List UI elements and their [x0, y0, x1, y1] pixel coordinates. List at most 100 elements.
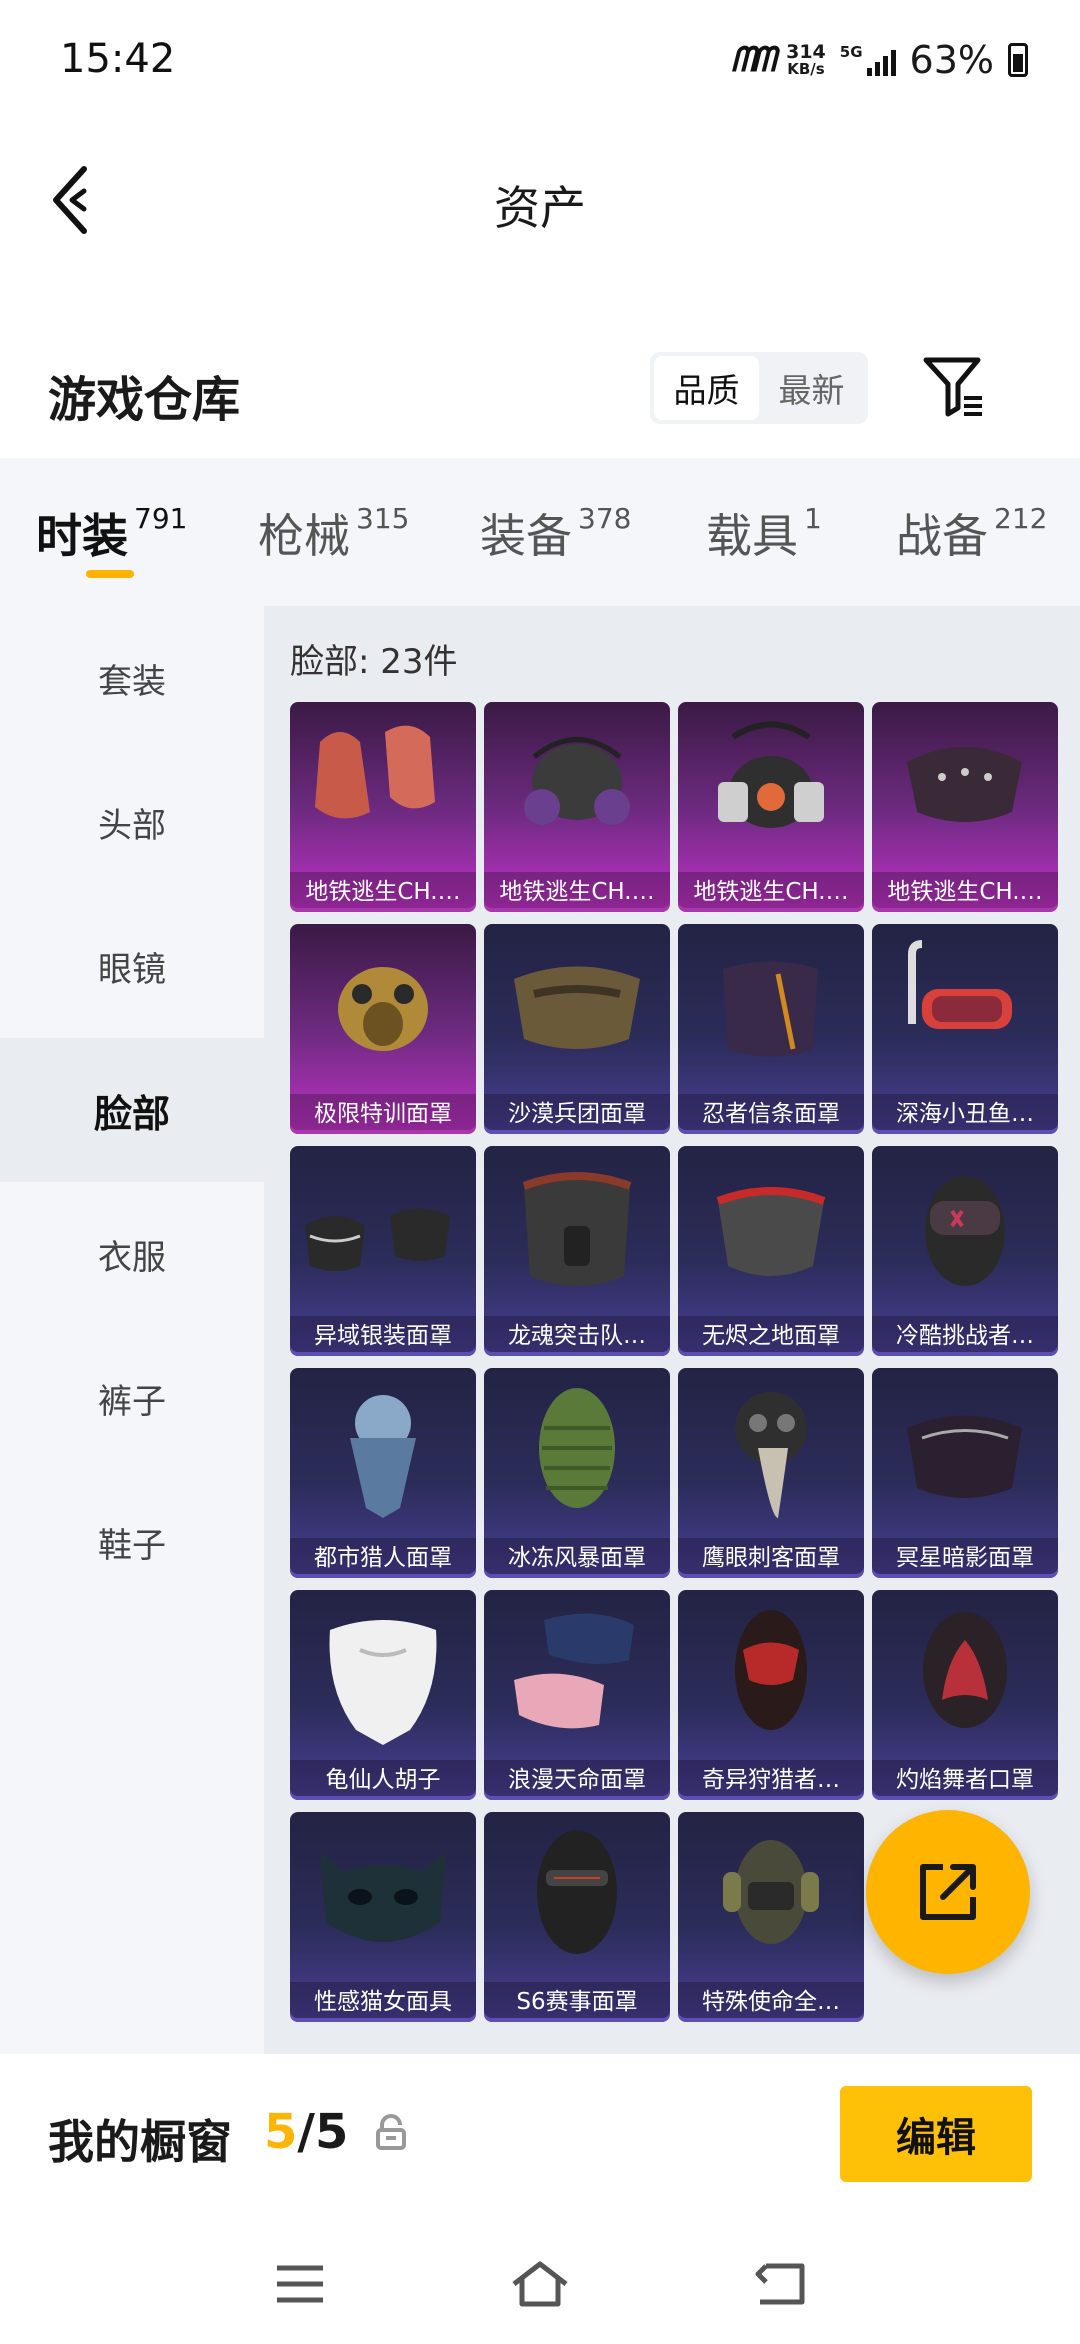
- item-card[interactable]: 地铁逃生CH.…: [678, 702, 864, 912]
- sidebar-item-glasses[interactable]: 眼镜: [0, 894, 264, 1038]
- item-name: 极限特训面罩: [290, 1094, 476, 1134]
- showcase-title: 我的橱窗: [48, 2115, 232, 2169]
- tab-combat-supplies[interactable]: 战备 212: [896, 500, 1047, 566]
- status-time: 15:42: [60, 36, 176, 82]
- cloth-mask-icon: [484, 1590, 670, 1760]
- tab-vehicles[interactable]: 载具 1: [706, 500, 822, 566]
- network-speed: 314 KB/s: [786, 43, 826, 77]
- tab-count: 791: [134, 502, 188, 535]
- sort-quality-option[interactable]: 品质: [654, 356, 759, 420]
- gold-gas-mask-icon: [290, 924, 476, 1094]
- lock-icon: [376, 2114, 406, 2150]
- item-card[interactable]: 冥星暗影面罩: [872, 1368, 1058, 1578]
- share-button[interactable]: [866, 1810, 1030, 1974]
- back-nav-button[interactable]: [750, 2254, 810, 2314]
- showcase-count: 5/5: [264, 2104, 348, 2160]
- item-name: 冰冻风暴面罩: [484, 1538, 670, 1578]
- tab-fashion[interactable]: 时装 791: [36, 500, 187, 566]
- item-name: 浪漫天命面罩: [484, 1760, 670, 1800]
- header: 资产: [0, 140, 1080, 260]
- sort-newest-option[interactable]: 最新: [759, 356, 864, 420]
- item-card[interactable]: 冷酷挑战者…: [872, 1146, 1058, 1356]
- back-icon: [755, 2263, 805, 2305]
- network-speed-unit: KB/s: [787, 60, 825, 78]
- tab-label: 载具: [706, 509, 798, 563]
- item-name: 地铁逃生CH.…: [678, 872, 864, 912]
- item-card[interactable]: S6赛事面罩: [484, 1812, 670, 2022]
- item-name: 地铁逃生CH.…: [484, 872, 670, 912]
- home-button[interactable]: [510, 2254, 570, 2314]
- system-nav-bar: [0, 2224, 1080, 2344]
- tab-label: 枪械: [258, 509, 350, 563]
- bandana-mask-icon: [290, 702, 476, 872]
- sidebar-item-clothes[interactable]: 衣服: [0, 1182, 264, 1326]
- item-card[interactable]: 地铁逃生CH.…: [484, 702, 670, 912]
- item-name: 忍者信条面罩: [678, 1094, 864, 1134]
- edit-button[interactable]: 编辑: [840, 2086, 1032, 2182]
- item-card[interactable]: 浪漫天命面罩: [484, 1590, 670, 1800]
- item-card[interactable]: 忍者信条面罩: [678, 924, 864, 1134]
- item-name: 冷酷挑战者…: [872, 1316, 1058, 1356]
- item-name: 龟仙人胡子: [290, 1760, 476, 1800]
- item-name: 深海小丑鱼…: [872, 1094, 1058, 1134]
- item-card[interactable]: 地铁逃生CH.…: [872, 702, 1058, 912]
- item-card[interactable]: 深海小丑鱼…: [872, 924, 1058, 1134]
- sidebar-item-pants[interactable]: 裤子: [0, 1326, 264, 1470]
- gas-mask-icon: [484, 702, 670, 872]
- sidebar-item-head[interactable]: 头部: [0, 750, 264, 894]
- hood-mask-icon: [678, 1590, 864, 1760]
- camo-mask-icon: [484, 924, 670, 1094]
- item-card[interactable]: 龟仙人胡子: [290, 1590, 476, 1800]
- item-name: 龙魂突击队…: [484, 1316, 670, 1356]
- item-count: 脸部: 23件: [290, 642, 458, 682]
- goggle-mask-icon: [872, 1146, 1058, 1316]
- item-card[interactable]: 奇异狩猎者…: [678, 1590, 864, 1800]
- tab-count: 212: [994, 502, 1048, 535]
- item-name: 性感猫女面具: [290, 1982, 476, 2022]
- item-card[interactable]: 性感猫女面具: [290, 1812, 476, 2022]
- item-name: 无烬之地面罩: [678, 1316, 864, 1356]
- home-icon: [512, 2261, 568, 2307]
- balaclava-icon: [484, 1812, 670, 1982]
- item-card[interactable]: 特殊使命全…: [678, 1812, 864, 2022]
- item-card[interactable]: 地铁逃生CH.…: [290, 702, 476, 912]
- item-name: 异域银装面罩: [290, 1316, 476, 1356]
- sidebar-item-outfit[interactable]: 套装: [0, 606, 264, 750]
- tab-count: 1: [804, 502, 822, 535]
- item-card[interactable]: 鹰眼刺客面罩: [678, 1368, 864, 1578]
- item-card[interactable]: 异域银装面罩: [290, 1146, 476, 1356]
- item-name: 都市猎人面罩: [290, 1538, 476, 1578]
- tab-equipment[interactable]: 装备 378: [480, 500, 631, 566]
- menu-button[interactable]: [270, 2254, 330, 2314]
- item-name: 冥星暗影面罩: [872, 1538, 1058, 1578]
- status-bar: 15:42 ᗰᗰ 314 KB/s 5G 63%: [0, 0, 1080, 120]
- scarf-mask-icon: [290, 1368, 476, 1538]
- item-card[interactable]: 龙魂突击队…: [484, 1146, 670, 1356]
- showcase-total: 5: [314, 2104, 349, 2160]
- flame-mask-icon: [872, 1590, 1058, 1760]
- sidebar-item-shoes[interactable]: 鞋子: [0, 1470, 264, 1614]
- carrier-logo: ᗰᗰ: [731, 40, 776, 80]
- item-card[interactable]: 都市猎人面罩: [290, 1368, 476, 1578]
- signal-icon: 5G: [840, 44, 896, 76]
- respirator-icon: [678, 702, 864, 872]
- item-card[interactable]: 无烬之地面罩: [678, 1146, 864, 1356]
- item-card[interactable]: 冰冻风暴面罩: [484, 1368, 670, 1578]
- filter-button[interactable]: [920, 352, 990, 422]
- item-name: 地铁逃生CH.…: [290, 872, 476, 912]
- beard-icon: [290, 1590, 476, 1760]
- red-trim-mask-icon: [678, 1146, 864, 1316]
- item-name: 鹰眼刺客面罩: [678, 1538, 864, 1578]
- item-card[interactable]: 极限特训面罩: [290, 924, 476, 1134]
- item-card[interactable]: 灼焰舞者口罩: [872, 1590, 1058, 1800]
- item-name: S6赛事面罩: [484, 1982, 670, 2022]
- shadow-mask-icon: [872, 1368, 1058, 1538]
- tab-guns[interactable]: 枪械 315: [258, 500, 409, 566]
- cat-mask-icon: [290, 1812, 476, 1982]
- share-icon: [920, 1864, 976, 1920]
- item-name: 地铁逃生CH.…: [872, 872, 1058, 912]
- sidebar-item-face[interactable]: 脸部: [0, 1038, 264, 1182]
- dragon-mask-icon: [484, 1146, 670, 1316]
- item-card[interactable]: 沙漠兵团面罩: [484, 924, 670, 1134]
- sort-toggle: 品质 最新: [650, 352, 868, 424]
